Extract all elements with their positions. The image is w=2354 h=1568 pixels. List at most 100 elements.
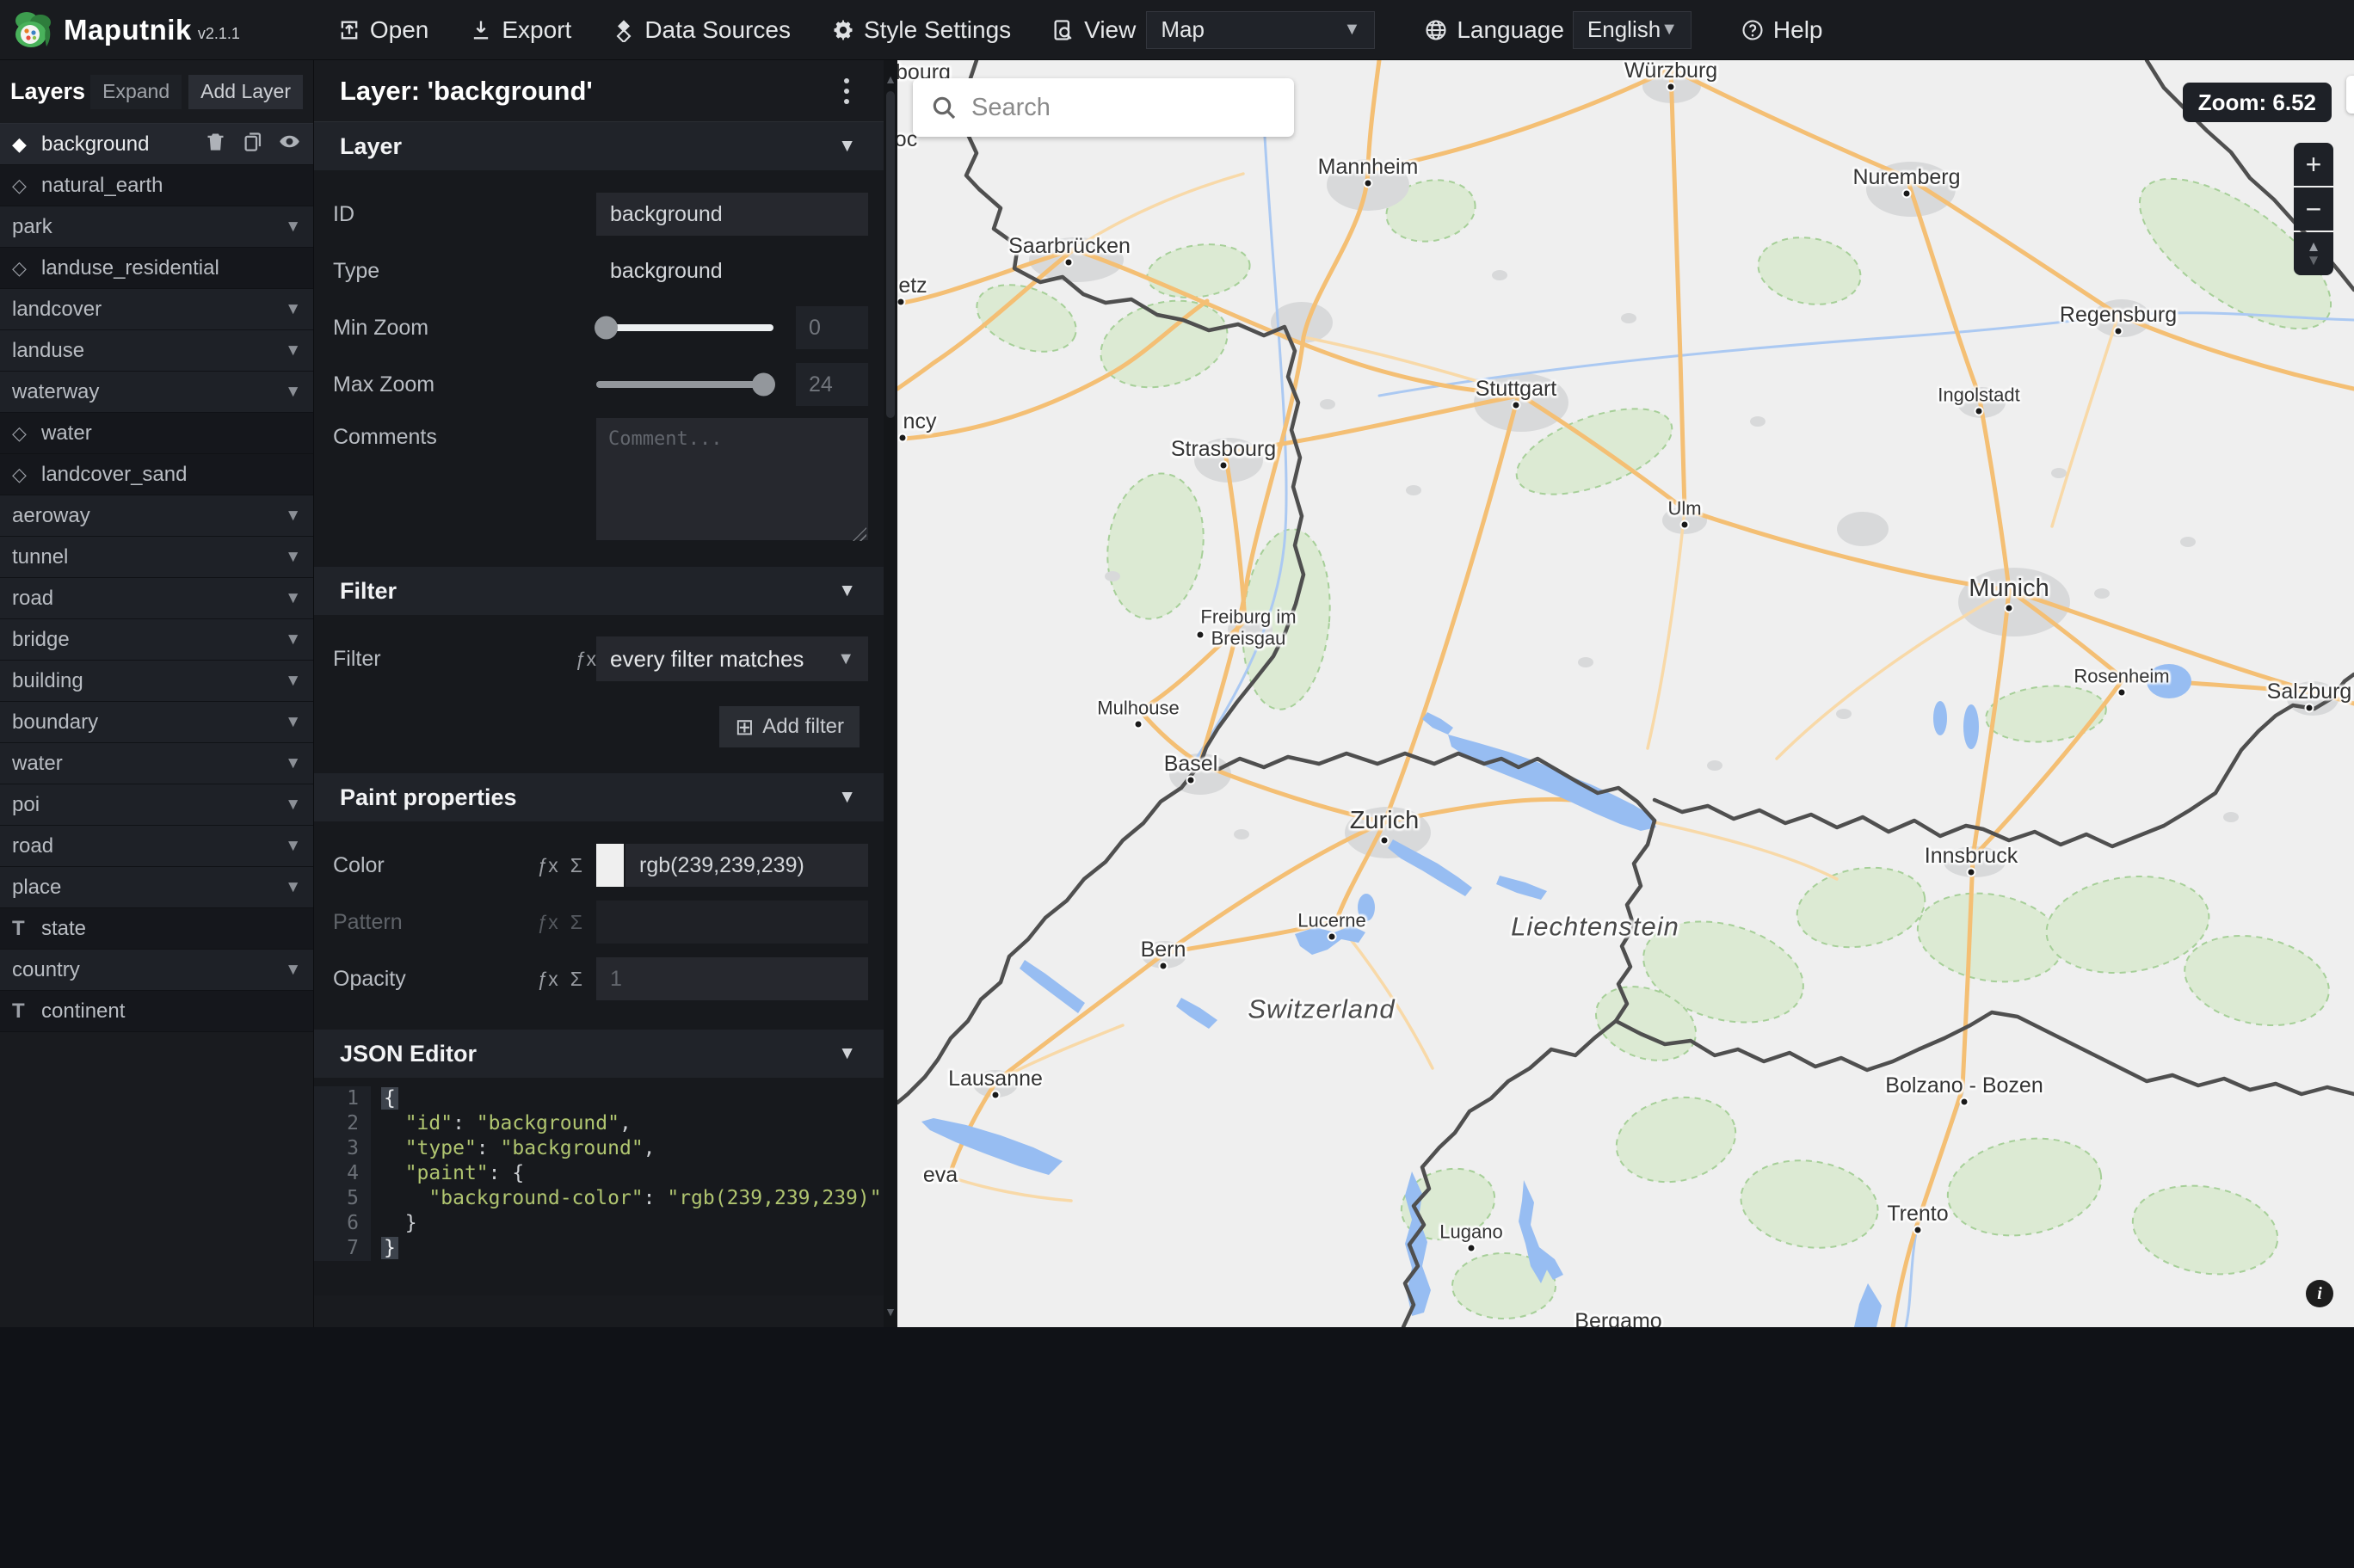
- function-icon[interactable]: ƒx: [537, 911, 558, 934]
- scrollbar-thumb[interactable]: [886, 91, 895, 418]
- opacity-input[interactable]: [596, 957, 868, 1000]
- json-line: 1{: [314, 1086, 897, 1111]
- layer-item-water[interactable]: ◇ water: [0, 413, 313, 454]
- sigma-icon[interactable]: Σ: [570, 911, 582, 934]
- section-header-layer[interactable]: Layer ▼: [314, 122, 897, 170]
- zoom-out-button[interactable]: −: [2294, 188, 2333, 231]
- chevron-down-icon: ▼: [285, 712, 301, 731]
- layer-group-road[interactable]: road ▼: [0, 826, 313, 867]
- layer-item-landuse_residential[interactable]: ◇ landuse_residential: [0, 248, 313, 289]
- section-header-filter[interactable]: Filter ▼: [314, 567, 897, 615]
- layer-group-road[interactable]: road ▼: [0, 578, 313, 619]
- kebab-menu-icon[interactable]: [844, 77, 849, 104]
- chevron-down-icon: ▼: [285, 547, 301, 566]
- edge-control-partial[interactable]: [2346, 76, 2354, 114]
- layer-group-building[interactable]: building ▼: [0, 661, 313, 702]
- language-select[interactable]: English ▼: [1572, 10, 1692, 49]
- scroll-down-icon[interactable]: ▼: [884, 1305, 897, 1319]
- layers-sidebar: Layers Expand Add Layer ◆ background ◇ natu…: [0, 60, 314, 1327]
- id-input[interactable]: [596, 193, 868, 236]
- min-zoom-value[interactable]: 0: [796, 306, 868, 349]
- style-settings-icon: [830, 17, 856, 43]
- map-zoom-controls: + − ▲ ▼: [2294, 143, 2333, 275]
- layer-group-park[interactable]: park ▼: [0, 206, 313, 248]
- comments-textarea[interactable]: [596, 418, 868, 540]
- layer-group-waterway[interactable]: waterway ▼: [0, 372, 313, 413]
- type-label: Type: [333, 258, 380, 283]
- scroll-up-icon[interactable]: ▲: [884, 72, 897, 86]
- min-zoom-slider-handle[interactable]: [595, 316, 618, 340]
- section-header-json-editor[interactable]: JSON Editor ▼: [314, 1030, 897, 1078]
- layer-group-tunnel[interactable]: tunnel ▼: [0, 537, 313, 578]
- duplicate-layer-icon[interactable]: [241, 130, 264, 159]
- layer-group-country[interactable]: country ▼: [0, 950, 313, 991]
- sigma-icon[interactable]: Σ: [570, 854, 582, 877]
- layer-group-poi[interactable]: poi ▼: [0, 784, 313, 826]
- layer-group-boundary[interactable]: boundary ▼: [0, 702, 313, 743]
- layer-item-continent[interactable]: Tcontinent: [0, 991, 313, 1032]
- layer-group-place[interactable]: place ▼: [0, 867, 313, 908]
- max-zoom-slider-handle[interactable]: [752, 372, 775, 397]
- layer-item-natural_earth[interactable]: ◇ natural_earth: [0, 165, 313, 206]
- max-zoom-value[interactable]: 24: [796, 363, 868, 406]
- delete-layer-icon[interactable]: [204, 130, 227, 159]
- chevron-down-icon: ▼: [285, 753, 301, 772]
- section-header-paint[interactable]: Paint properties ▼: [314, 773, 897, 821]
- zoom-in-button[interactable]: +: [2294, 143, 2333, 186]
- pattern-input[interactable]: [596, 901, 868, 944]
- layer-item-landcover_sand[interactable]: ◇ landcover_sand: [0, 454, 313, 495]
- max-zoom-slider[interactable]: [596, 372, 775, 397]
- min-zoom-slider[interactable]: [595, 316, 773, 340]
- visibility-eye-icon[interactable]: [278, 130, 301, 159]
- menu-view[interactable]: View: [1051, 16, 1136, 44]
- json-line-number: 3: [314, 1136, 371, 1161]
- expand-button[interactable]: Expand: [90, 74, 182, 109]
- section-body-filter: Filter ƒx every filter matches ▼ ⊞ Add f…: [314, 615, 897, 773]
- comments-label: Comments: [333, 425, 437, 449]
- id-label: ID: [333, 201, 354, 226]
- layer-name: place: [12, 875, 62, 899]
- json-line-number: 2: [314, 1111, 371, 1136]
- layer-group-bridge[interactable]: bridge ▼: [0, 619, 313, 661]
- layer-name: landcover_sand: [41, 462, 188, 486]
- menu-export[interactable]: Export: [468, 16, 571, 44]
- function-icon[interactable]: ƒx: [537, 854, 558, 877]
- field-min-zoom: Min Zoom 0: [314, 299, 897, 356]
- view-mode-select[interactable]: Map ▼: [1146, 10, 1376, 49]
- pitch-control-button[interactable]: ▲ ▼: [2294, 232, 2333, 275]
- chevron-down-icon: ▼: [285, 341, 301, 360]
- add-filter-button[interactable]: ⊞ Add filter: [719, 706, 860, 747]
- maputnik-logo-icon[interactable]: [12, 9, 55, 52]
- language-value: English: [1587, 16, 1661, 42]
- layer-group-aeroway[interactable]: aeroway ▼: [0, 495, 313, 537]
- add-layer-button[interactable]: Add Layer: [188, 74, 303, 109]
- color-swatch[interactable]: [596, 844, 625, 887]
- attribution-info-button[interactable]: i: [2306, 1280, 2333, 1307]
- field-filter: Filter ƒx every filter matches ▼: [314, 630, 897, 687]
- function-icon[interactable]: ƒx: [537, 968, 558, 991]
- filter-label: Filter: [333, 646, 381, 671]
- field-comments: Comments: [314, 413, 897, 544]
- menu-help[interactable]: Help: [1740, 16, 1823, 44]
- menu-style-settings[interactable]: Style Settings: [830, 16, 1011, 44]
- top-toolbar: Maputnik v2.1.1 Open Export Data Sources St…: [0, 0, 2354, 60]
- layer-name: landuse: [12, 338, 85, 362]
- color-input[interactable]: [625, 844, 868, 887]
- layer-group-landcover[interactable]: landcover ▼: [0, 289, 313, 330]
- filter-combinator-select[interactable]: every filter matches ▼: [596, 636, 868, 681]
- layer-item-background[interactable]: ◆ background: [0, 124, 313, 165]
- menu-open[interactable]: Open: [336, 16, 428, 44]
- layer-group-landuse[interactable]: landuse ▼: [0, 330, 313, 372]
- menu-data-sources[interactable]: Data Sources: [611, 16, 791, 44]
- layer-group-water[interactable]: water ▼: [0, 743, 313, 784]
- layer-item-state[interactable]: Tstate: [0, 908, 313, 950]
- function-icon[interactable]: ƒx: [576, 648, 596, 671]
- menu-language[interactable]: Language: [1423, 16, 1564, 44]
- json-editor[interactable]: 1{2 "id": "background", 3 "type": "backgr…: [314, 1078, 897, 1295]
- add-filter-icon: ⊞: [735, 713, 755, 740]
- map-canvas[interactable]: Würzburg Mannheim Nuremberg Saarbrücken Rege…: [897, 60, 2354, 1327]
- sigma-icon[interactable]: Σ: [570, 968, 582, 991]
- search-input[interactable]: [971, 93, 1281, 122]
- chevron-down-icon: ▼: [285, 506, 301, 525]
- app-version: v2.1.1: [197, 25, 240, 42]
